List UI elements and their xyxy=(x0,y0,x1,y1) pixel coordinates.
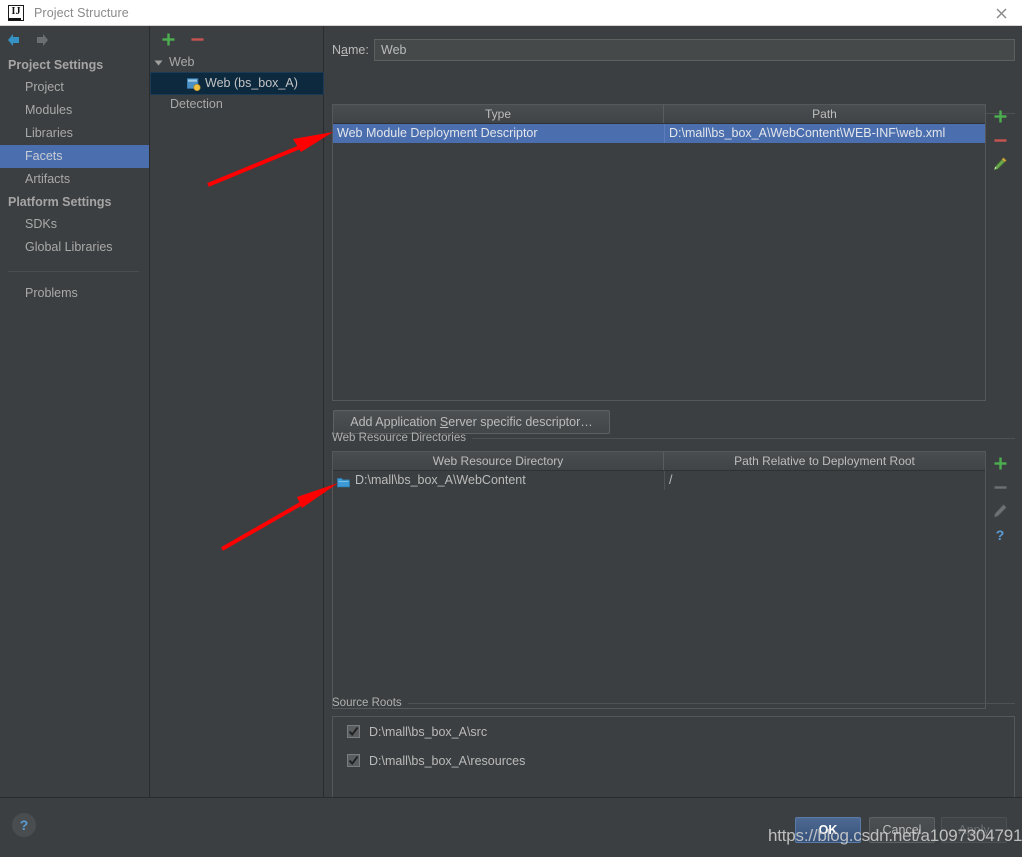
edit-descriptor-icon-button[interactable] xyxy=(988,152,1012,176)
source-root-label: D:\mall\bs_box_A\resources xyxy=(369,753,526,768)
sidebar-group-project-settings: Project Settings xyxy=(8,58,104,72)
intellij-idea-icon: IJ xyxy=(8,4,24,21)
sidebar-item-problems[interactable]: Problems xyxy=(0,282,149,305)
tree-node-web-facet[interactable]: Web (bs_box_A) xyxy=(150,72,324,95)
sidebar-divider xyxy=(8,271,139,272)
sidebar-item-sdks[interactable]: SDKs xyxy=(0,213,149,236)
remove-descriptor-icon-button[interactable] xyxy=(988,128,1012,152)
column-header-web-resource-directory[interactable]: Web Resource Directory xyxy=(333,452,664,470)
ok-button[interactable]: OK xyxy=(795,817,861,843)
apply-button: Apply xyxy=(941,817,1007,843)
source-root-item[interactable]: D:\mall\bs_box_A\resources xyxy=(333,746,1014,775)
sidebar-item-project[interactable]: Project xyxy=(0,76,149,99)
cell-text: D:\mall\bs_box_A\WebContent xyxy=(355,473,526,487)
arrow-left-icon[interactable] xyxy=(5,31,23,49)
facet-name-row: Name: xyxy=(332,39,1015,61)
cell-relative-path: / xyxy=(664,471,985,490)
question-help-icon[interactable]: ? xyxy=(12,813,36,837)
group-rule xyxy=(472,437,1015,439)
title-bar: IJ Project Structure xyxy=(0,0,1022,26)
window-title: Project Structure xyxy=(34,5,129,20)
sidebar-item-facets[interactable]: Facets xyxy=(0,145,149,168)
source-roots-list: D:\mall\bs_box_A\src D:\mall\bs_box_A\re… xyxy=(332,716,1015,798)
remove-web-resource-icon-button xyxy=(988,475,1012,499)
table-row[interactable]: D:\mall\bs_box_A\WebContent / xyxy=(333,471,985,490)
column-header-path-relative[interactable]: Path Relative to Deployment Root xyxy=(664,452,985,470)
arrow-right-icon xyxy=(37,34,48,46)
tree-node-label: Web xyxy=(169,55,195,69)
web-resource-directories-table[interactable]: Web Resource Directory Path Relative to … xyxy=(332,451,986,709)
source-root-checkbox[interactable] xyxy=(347,754,360,767)
sidebar-item-global-libraries[interactable]: Global Libraries xyxy=(0,236,149,259)
sidebar-group-platform-settings: Platform Settings xyxy=(8,195,112,209)
cancel-button[interactable]: Cancel xyxy=(869,817,935,843)
facets-tree-toolbar xyxy=(151,26,323,52)
column-header-type[interactable]: Type xyxy=(333,105,664,123)
svg-text:?: ? xyxy=(996,527,1005,543)
pencil-edit-icon xyxy=(993,157,1007,171)
source-root-checkbox[interactable] xyxy=(347,725,360,738)
sidebar-item-artifacts[interactable]: Artifacts xyxy=(0,168,149,191)
cell-type: Web Module Deployment Descriptor xyxy=(337,126,538,140)
project-structure-dialog: IJ Project Structure Project Settings Pr… xyxy=(0,0,1022,857)
chevron-down-icon xyxy=(154,60,163,65)
minus-icon xyxy=(994,485,1006,489)
web-resource-help-icon-button[interactable]: ? xyxy=(988,523,1012,547)
column-header-path[interactable]: Path xyxy=(664,105,985,123)
sidebar-item-libraries[interactable]: Libraries xyxy=(0,122,149,145)
sidebar-item-modules[interactable]: Modules xyxy=(0,99,149,122)
add-web-resource-icon-button[interactable] xyxy=(988,451,1012,475)
cell-web-resource-directory: D:\mall\bs_box_A\WebContent xyxy=(333,471,664,490)
minus-icon xyxy=(994,138,1006,142)
tree-node-label: Detection xyxy=(170,97,223,111)
add-application-server-descriptor-button[interactable]: Add Application Server specific descript… xyxy=(333,410,610,434)
table-header: Web Resource Directory Path Relative to … xyxy=(333,452,985,471)
minus-icon[interactable] xyxy=(190,32,205,47)
sidebar-navigation xyxy=(0,26,149,54)
table-body: Web Module Deployment Descriptor D:\mall… xyxy=(333,124,985,143)
settings-sidebar: Project Settings Project Modules Librari… xyxy=(0,26,150,797)
add-descriptor-icon-button[interactable] xyxy=(988,104,1012,128)
web-facet-icon xyxy=(186,77,201,92)
plus-icon[interactable] xyxy=(161,32,176,47)
table-row[interactable]: Web Module Deployment Descriptor D:\mall… xyxy=(333,124,985,143)
facet-name-input[interactable] xyxy=(374,39,1015,61)
web-resource-directories-group-title: Web Resource Directories xyxy=(332,432,1015,444)
close-glyph xyxy=(996,8,1006,18)
facet-name-label: Name: xyxy=(332,43,369,57)
deployment-descriptors-table[interactable]: Type Path Web Module Deployment Descript… xyxy=(332,104,986,401)
edit-web-resource-icon-button xyxy=(988,499,1012,523)
tree-node-web-group[interactable]: Web xyxy=(151,52,323,73)
source-root-item[interactable]: D:\mall\bs_box_A\src xyxy=(333,717,1014,746)
facet-editor-panel: Name: Deployment Descriptors Type Path W… xyxy=(325,26,1022,798)
facets-tree-panel: Web Web (bs_box_A) Detection xyxy=(150,26,324,797)
cell-path: D:\mall\bs_box_A\WebContent\WEB-INF\web.… xyxy=(664,124,985,143)
group-rule xyxy=(407,702,1015,704)
table-header: Type Path xyxy=(333,105,985,124)
source-roots-group-title: Source Roots xyxy=(332,697,1015,709)
folder-icon xyxy=(337,475,350,488)
web-resource-directories-toolbar: ? xyxy=(988,451,1012,547)
table-body: D:\mall\bs_box_A\WebContent / xyxy=(333,471,985,490)
close-icon[interactable] xyxy=(980,0,1022,26)
plus-icon xyxy=(994,110,1006,122)
plus-icon xyxy=(994,457,1006,469)
source-root-label: D:\mall\bs_box_A\src xyxy=(369,724,488,739)
pencil-edit-icon xyxy=(993,504,1007,518)
deployment-descriptors-toolbar xyxy=(988,104,1012,176)
tree-node-detection[interactable]: Detection xyxy=(151,94,323,115)
question-help-icon: ? xyxy=(996,527,1005,543)
tree-node-label: Web (bs_box_A) xyxy=(205,76,298,90)
